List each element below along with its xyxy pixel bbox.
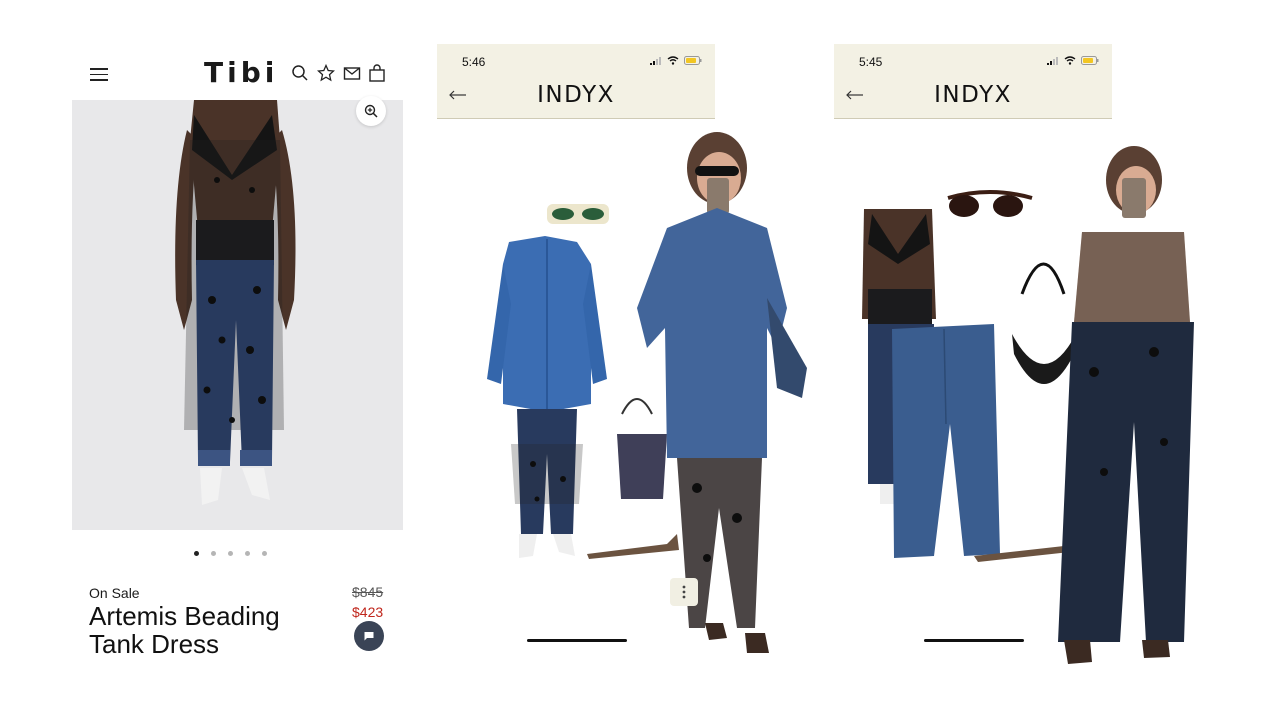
sale-label: On Sale (89, 585, 140, 601)
person-outfit-photo[interactable] (627, 128, 827, 678)
carousel-pagination (194, 551, 267, 556)
app-logo: INDYX (934, 82, 1012, 108)
app-logo: INDYX (537, 82, 615, 108)
home-indicator[interactable] (527, 639, 627, 642)
product-title: Artemis Beading Tank Dress (89, 601, 280, 659)
sale-price: $423 (352, 604, 384, 620)
status-time: 5:46 (462, 55, 486, 69)
wifi-icon (667, 56, 679, 65)
status-icons (650, 56, 702, 65)
status-time: 5:45 (859, 55, 883, 69)
chat-icon (364, 632, 374, 641)
search-icon[interactable] (291, 64, 309, 82)
battery-icon (1081, 56, 1099, 65)
indyx-outfit-screen: 5:46 INDYX (437, 44, 827, 680)
person-outfit-photo[interactable] (1034, 142, 1204, 672)
signal-icon (1047, 56, 1058, 65)
zoom-in-icon (364, 104, 378, 118)
zoom-button[interactable] (356, 96, 386, 126)
wifi-icon (1064, 56, 1076, 65)
carousel-dot[interactable] (228, 551, 233, 556)
menu-icon[interactable] (90, 68, 108, 81)
battery-icon (684, 56, 702, 65)
chat-button[interactable] (354, 621, 384, 651)
carousel-dot[interactable] (211, 551, 216, 556)
status-icons (1047, 56, 1099, 65)
carousel-dot[interactable] (194, 551, 199, 556)
carousel-dot[interactable] (262, 551, 267, 556)
bag-icon[interactable] (368, 64, 386, 82)
indyx-outfit-screen-2: 5:45 INDYX (834, 44, 1204, 680)
product-image[interactable] (72, 100, 403, 530)
more-vertical-icon (682, 585, 686, 599)
app-header: 5:46 INDYX (437, 44, 715, 119)
star-icon[interactable] (317, 64, 335, 82)
model-figure-image (175, 100, 296, 505)
more-options-button[interactable] (670, 578, 698, 606)
original-price: $845 (352, 584, 384, 600)
carousel-dot[interactable] (245, 551, 250, 556)
brand-logo[interactable]: Tibi (204, 56, 278, 89)
signal-icon (650, 56, 661, 65)
home-indicator[interactable] (924, 639, 1024, 642)
app-header: 5:45 INDYX (834, 44, 1112, 119)
mail-icon[interactable] (343, 64, 361, 82)
tibi-product-page: Tibi On Sale Artemis Beading Tank Dress … (72, 40, 404, 680)
